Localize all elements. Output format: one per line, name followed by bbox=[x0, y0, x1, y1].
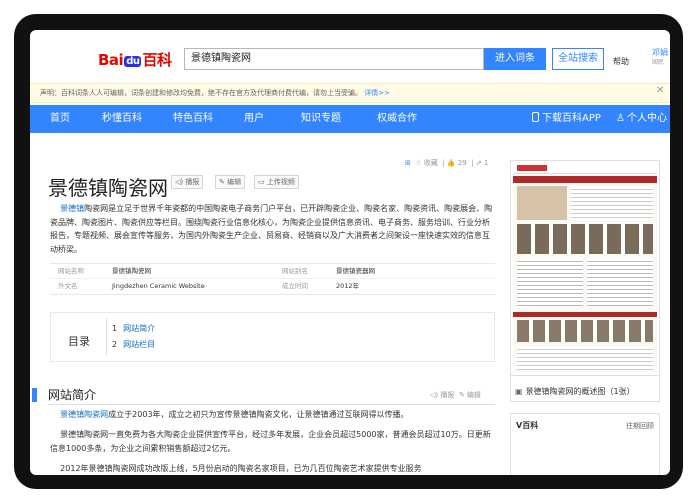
speaker-icon: ◁) bbox=[175, 178, 184, 186]
info-value: 景德镇陶瓷网 bbox=[112, 267, 151, 275]
section-tools: ◁) 播报 ✎ 编辑 bbox=[430, 390, 481, 400]
main-nav: 首页 秒懂百科 特色百科 用户 知识专题 权威合作 下载百科APP ♙ 个人中心 bbox=[30, 105, 670, 133]
personal-center-button[interactable]: ♙ 个人中心 bbox=[616, 105, 667, 133]
info-row: 网站名称 景德镇陶瓷网 网站别名 景德镇瓷器网 bbox=[50, 264, 495, 279]
nav-item-featured[interactable]: 特色百科 bbox=[173, 105, 213, 133]
paragraph: 2012年景德镇陶瓷网成功改版上线，5月份启动的陶瓷名家项目，已为几百位陶瓷艺术… bbox=[60, 464, 422, 473]
section-divider bbox=[48, 404, 495, 405]
user-level: 国民 bbox=[652, 59, 665, 66]
image-icon: ▣ bbox=[515, 387, 523, 396]
username: 邓娟 bbox=[652, 48, 668, 57]
info-key: 网站别名 bbox=[282, 267, 308, 275]
section-edit-button[interactable]: 编辑 bbox=[467, 391, 481, 399]
upload-video-button[interactable]: ▭ 上传视频 bbox=[254, 175, 299, 189]
paw-icon: du bbox=[124, 56, 142, 67]
speaker-icon[interactable]: ◁) bbox=[430, 391, 438, 399]
paragraph-keyword-link[interactable]: 景德镇陶瓷网 bbox=[60, 410, 108, 419]
collect-label[interactable]: 收藏 bbox=[424, 159, 438, 167]
nav-item-home[interactable]: 首页 bbox=[50, 105, 70, 133]
entry-summary: 景德镇陶瓷网是立足于世界千年瓷都的中国陶瓷电子商务门户平台，已开辟陶瓷企业、陶瓷… bbox=[50, 204, 493, 254]
section-play-button[interactable]: 播报 bbox=[440, 391, 454, 399]
baidu-baike-logo[interactable]: Bai du 百科 bbox=[98, 49, 172, 70]
user-menu[interactable]: 邓娟 国民 bbox=[652, 48, 668, 68]
close-icon[interactable]: ✕ bbox=[656, 85, 664, 96]
v-baike-title: V百科 bbox=[516, 421, 539, 430]
device-frame: Bai du 百科 景德镇陶瓷网 进入词条 全站搜索 帮助 邓娟 国民 声明：百科词… bbox=[0, 0, 697, 503]
entry-actions: ⊞ ☆ 收藏 | 👍 29 | ⇗ 1 bbox=[405, 159, 489, 167]
pencil-icon: ✎ bbox=[219, 178, 225, 186]
nav-item-miaodong[interactable]: 秒懂百科 bbox=[102, 105, 142, 133]
user-icon: ♙ bbox=[616, 113, 625, 124]
info-value: Jingdezhen Ceramic Website bbox=[112, 282, 205, 290]
info-value: 景德镇瓷器网 bbox=[336, 267, 375, 275]
play-button[interactable]: ◁) 播报 bbox=[171, 175, 204, 189]
section-marker bbox=[32, 388, 37, 402]
info-value: 2012年 bbox=[336, 282, 360, 290]
toc-title: 目录 bbox=[68, 335, 90, 348]
like-count: 29 bbox=[457, 159, 467, 167]
page-title: 景德镇陶瓷网 bbox=[48, 176, 168, 200]
info-key: 成立时间 bbox=[282, 282, 308, 290]
caption-divider bbox=[510, 375, 660, 376]
toc-item[interactable]: 2 网站栏目 bbox=[112, 339, 155, 350]
summary-keyword-link[interactable]: 景德镇 bbox=[60, 204, 84, 213]
nav-item-topics[interactable]: 知识专题 bbox=[301, 105, 341, 133]
full-search-button[interactable]: 全站搜索 bbox=[552, 48, 604, 70]
website-screenshot-image[interactable] bbox=[513, 162, 657, 372]
table-of-contents bbox=[50, 312, 495, 362]
paragraph: 景德镇陶瓷网一直免费为各大陶瓷企业提供宣传平台，经过多年发展，企业会员超过500… bbox=[50, 430, 491, 453]
info-row: 外文名 Jingdezhen Ceramic Website 成立时间 2012… bbox=[50, 279, 495, 294]
enter-entry-button[interactable]: 进入词条 bbox=[484, 48, 546, 70]
add-icon[interactable]: ⊞ bbox=[405, 159, 411, 167]
nav-item-partners[interactable]: 权威合作 bbox=[377, 105, 417, 133]
notice-text: 声明：百科词条人人可编辑，词条创建和修改均免费，绝不存在官方及代理商付费代编，请… bbox=[40, 89, 362, 97]
pencil-icon[interactable]: ✎ bbox=[459, 391, 465, 399]
browser-screen: Bai du 百科 景德镇陶瓷网 进入词条 全站搜索 帮助 邓娟 国民 声明：百科词… bbox=[30, 30, 670, 475]
download-app-button[interactable]: 下载百科APP bbox=[532, 105, 601, 133]
star-icon[interactable]: ☆ bbox=[415, 159, 421, 167]
thumbs-up-icon[interactable]: 👍 bbox=[447, 159, 456, 167]
paragraph: 景德镇陶瓷网成立于2003年，成立之初只为宣传景德镇陶瓷文化，让景德镇通过互联网… bbox=[60, 410, 409, 419]
phone-icon bbox=[532, 112, 539, 122]
share-icon[interactable]: ⇗ bbox=[476, 159, 482, 167]
search-input[interactable]: 景德镇陶瓷网 bbox=[184, 48, 484, 70]
toc-divider bbox=[106, 318, 107, 356]
past-review-link[interactable]: 往期回顾 bbox=[626, 421, 654, 431]
help-link[interactable]: 帮助 bbox=[613, 56, 629, 67]
share-count: 1 bbox=[483, 159, 489, 167]
notice-details-link[interactable]: 详情>> bbox=[364, 89, 390, 97]
info-key: 外文名 bbox=[58, 282, 78, 290]
toc-item[interactable]: 1 网站简介 bbox=[112, 323, 155, 334]
section-title: 网站简介 bbox=[48, 388, 97, 402]
disclaimer-notice: 声明：百科词条人人可编辑，词条创建和修改均免费，绝不存在官方及代理商付费代编，请… bbox=[30, 83, 670, 103]
edit-button[interactable]: ✎ 编辑 bbox=[215, 175, 246, 189]
info-key: 网站名称 bbox=[58, 267, 84, 275]
basic-info-table: 网站名称 景德镇陶瓷网 网站别名 景德镇瓷器网 外文名 Jingdezhen C… bbox=[50, 263, 495, 295]
image-caption[interactable]: ▣ 景德镇陶瓷网的概述图（1张） bbox=[515, 386, 635, 397]
nav-item-users[interactable]: 用户 bbox=[244, 105, 264, 133]
video-icon: ▭ bbox=[258, 178, 265, 186]
